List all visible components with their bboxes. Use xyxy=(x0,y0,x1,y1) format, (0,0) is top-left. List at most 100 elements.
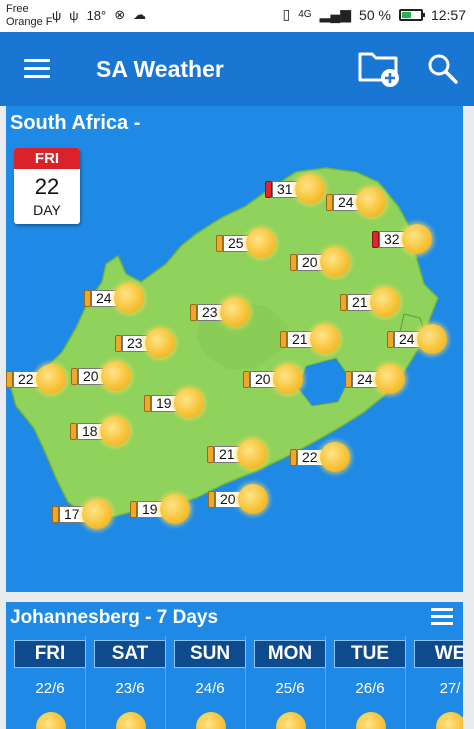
sun-icon xyxy=(276,712,306,729)
thermometer-icon xyxy=(372,231,379,248)
sun-icon xyxy=(370,287,400,317)
day-name[interactable]: FRI xyxy=(14,640,86,668)
forecast-day[interactable]: TUE 26/6 xyxy=(326,636,406,729)
clock: 12:57 xyxy=(430,6,466,23)
carrier-line-1: Free xyxy=(6,3,29,15)
vibrate-icon: ▯ xyxy=(282,6,291,22)
day-name[interactable]: SAT xyxy=(94,640,166,668)
system-status: ▯ 4G ▂▄▆ 50 % 12:57 xyxy=(283,6,466,23)
sun-icon xyxy=(220,297,250,327)
battery-icon xyxy=(398,8,425,21)
day-date: 22/6 xyxy=(35,680,65,697)
forecast-day[interactable]: SUN 24/6 xyxy=(166,636,246,729)
sun-icon xyxy=(295,174,325,204)
data-saver-icon: ⊗ xyxy=(114,7,126,22)
signal-strength-icon: ▂▄▆ xyxy=(319,6,352,22)
forecast-panel: Johannesberg - 7 Days FRI 22/6 SAT 23/6 … xyxy=(6,602,463,729)
sun-icon xyxy=(238,484,268,514)
thermometer-icon xyxy=(84,290,91,307)
sun-icon xyxy=(402,224,432,254)
usb-icon: ψ xyxy=(52,7,62,23)
day-name[interactable]: SUN xyxy=(174,640,246,668)
sun-icon xyxy=(82,499,112,529)
sun-icon xyxy=(273,364,303,394)
menu-icon[interactable] xyxy=(24,59,50,79)
sun-icon xyxy=(320,247,350,277)
signal-4g-icon: 4G xyxy=(298,9,312,20)
search-icon[interactable] xyxy=(426,52,460,86)
thermometer-icon xyxy=(265,181,272,198)
usb-icon: ψ xyxy=(69,7,79,23)
thermometer-icon xyxy=(243,371,250,388)
thermometer-icon xyxy=(326,194,333,211)
day-name[interactable]: TUE xyxy=(334,640,406,668)
thermometer-icon xyxy=(115,335,122,352)
thermometer-icon xyxy=(6,371,13,388)
forecast-day[interactable]: MON 25/6 xyxy=(246,636,326,729)
sun-icon xyxy=(310,324,340,354)
sun-icon xyxy=(36,364,66,394)
add-folder-icon[interactable] xyxy=(358,48,400,88)
thermometer-icon xyxy=(208,491,215,508)
app-title: SA Weather xyxy=(96,56,224,82)
cloud-icon: ☁ xyxy=(133,7,147,22)
day-date: 23/6 xyxy=(115,680,145,697)
thermometer-icon xyxy=(290,449,297,466)
thermometer-icon xyxy=(71,368,78,385)
sun-icon xyxy=(174,388,204,418)
sun-icon xyxy=(356,712,386,729)
sun-icon xyxy=(160,494,190,524)
sun-icon xyxy=(196,712,226,729)
status-bar: Free Orange F ψ ψ 18° ⊗ ☁ ▯ 4G ▂▄▆ 50 % … xyxy=(0,0,474,32)
thermometer-icon xyxy=(144,395,151,412)
day-name[interactable]: WE xyxy=(414,640,463,668)
sun-icon xyxy=(145,328,175,358)
thermometer-icon xyxy=(216,235,223,252)
battery-percent: 50 % xyxy=(359,6,391,23)
status-temperature: 18° xyxy=(86,7,107,23)
day-date: 27/ xyxy=(439,680,461,697)
carrier-label: Free Orange F xyxy=(6,3,52,29)
sun-icon xyxy=(114,283,144,313)
calendar-unit: DAY xyxy=(33,202,61,218)
sun-icon xyxy=(237,439,267,469)
sun-icon xyxy=(436,712,463,729)
day-date: 24/6 xyxy=(195,680,225,697)
forecast-title: Johannesberg - 7 Days xyxy=(10,607,219,628)
calendar-date: 22 xyxy=(34,174,60,199)
forecast-days: FRI 22/6 SAT 23/6 SUN 24/6 MON 25/6 TUE … xyxy=(6,636,463,729)
thermometer-icon xyxy=(345,371,352,388)
day-date: 25/6 xyxy=(275,680,305,697)
sun-icon xyxy=(101,361,131,391)
weather-map: South Africa - FRI 22 DAY 31 24 25 32 20… xyxy=(6,106,463,592)
sun-icon xyxy=(417,324,447,354)
forecast-day[interactable]: SAT 23/6 xyxy=(86,636,166,729)
day-date: 26/6 xyxy=(355,680,385,697)
sun-icon xyxy=(246,228,276,258)
sun-icon xyxy=(375,364,405,394)
thermometer-icon xyxy=(387,331,394,348)
sun-icon xyxy=(320,442,350,472)
sun-icon xyxy=(100,416,130,446)
thermometer-icon xyxy=(70,423,77,440)
forecast-menu-icon[interactable] xyxy=(431,608,453,626)
thermometer-icon xyxy=(280,331,287,348)
day-name[interactable]: MON xyxy=(254,640,326,668)
map-title: South Africa - xyxy=(10,112,141,134)
sun-icon xyxy=(356,187,386,217)
calendar-day: FRI xyxy=(14,148,80,169)
app-bar: SA Weather xyxy=(0,32,474,106)
forecast-day[interactable]: FRI 22/6 xyxy=(6,636,86,729)
thermometer-icon xyxy=(190,304,197,321)
thermometer-icon xyxy=(290,254,297,271)
forecast-day[interactable]: WE 27/ xyxy=(406,636,463,729)
notification-icons: ψ ψ 18° ⊗ ☁ xyxy=(52,7,146,23)
thermometer-icon xyxy=(340,294,347,311)
sun-icon xyxy=(36,712,66,729)
thermometer-icon xyxy=(52,506,59,523)
thermometer-icon xyxy=(207,446,214,463)
sun-icon xyxy=(116,712,146,729)
calendar-badge: FRI 22 DAY xyxy=(14,148,80,224)
thermometer-icon xyxy=(130,501,137,518)
carrier-line-2: Orange F xyxy=(6,16,53,28)
